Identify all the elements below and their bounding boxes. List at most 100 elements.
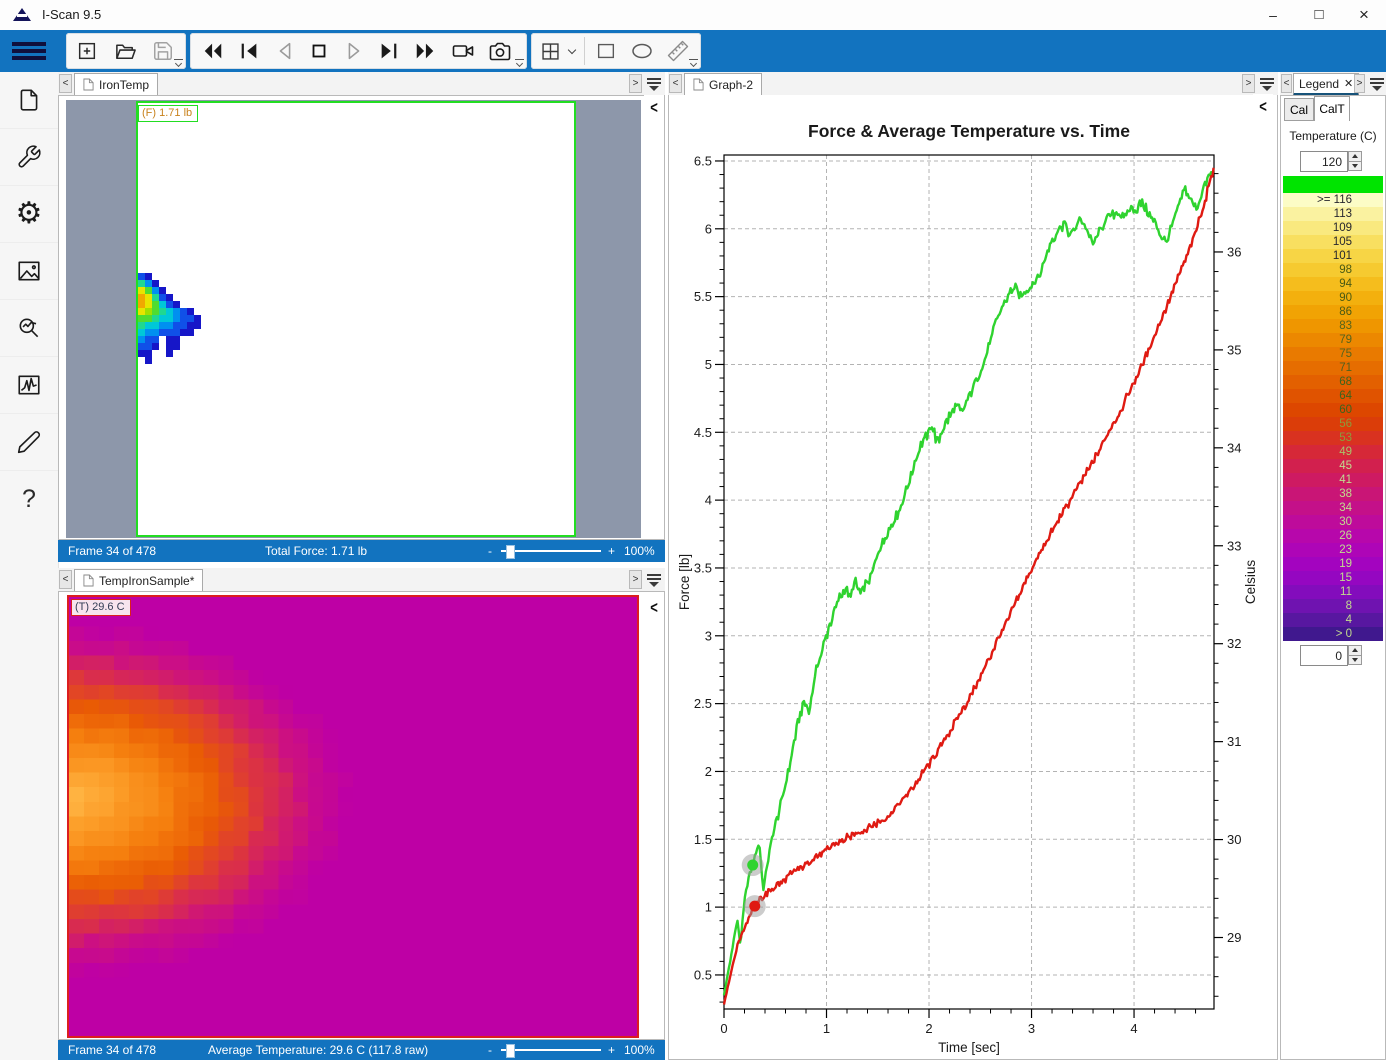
tab-label: Legend (1299, 77, 1339, 91)
zoom-in-button[interactable]: + (608, 1043, 615, 1057)
toolbar-file-group (66, 33, 186, 69)
tick-label-bottom: 2 (925, 1021, 932, 1036)
graph-box-icon (16, 372, 42, 398)
previous-frame-button[interactable] (268, 35, 302, 67)
layout-grid-button[interactable] (535, 35, 565, 67)
tick-label-bottom: 3 (1028, 1021, 1035, 1036)
sidebar-item-annotate[interactable] (0, 414, 58, 471)
legend-min-spinner[interactable] (1348, 645, 1362, 665)
spin-down-button[interactable] (1348, 161, 1362, 172)
open-file-button[interactable] (108, 35, 142, 67)
tab-scroll-right[interactable]: > (1354, 74, 1365, 93)
zoom-level: 100% (624, 1043, 655, 1057)
temp-sensor-area[interactable]: (T) 29.6 C (67, 595, 639, 1038)
tab-scroll-left[interactable]: < (669, 74, 682, 93)
tab-scroll-left[interactable]: < (59, 74, 72, 93)
close-button[interactable]: × (1342, 0, 1386, 30)
subtab-cal[interactable]: Cal (1284, 98, 1314, 121)
last-frame-button[interactable] (372, 35, 406, 67)
record-movie-button[interactable] (446, 35, 480, 67)
collapse-panel-button[interactable]: < (644, 95, 664, 121)
legend-scale-row: > 0 (1283, 627, 1383, 641)
stop-button[interactable] (302, 35, 336, 67)
close-tab-icon[interactable]: ✕ (1344, 77, 1353, 90)
rectangle-tool-icon (595, 40, 617, 62)
window-title: I-Scan 9.5 (42, 7, 101, 22)
sidebar-item-document[interactable] (0, 72, 58, 129)
zoom-in-button[interactable]: + (608, 544, 615, 558)
main-menu-button[interactable] (0, 30, 58, 72)
snapshot-button[interactable] (483, 35, 517, 67)
legend-min-input[interactable]: 0 (1300, 645, 1348, 666)
wrench-icon (16, 144, 42, 170)
legend-scale-row: 64 (1283, 389, 1383, 403)
right-axis-label: Celsius (1243, 560, 1258, 605)
tab-scroll-right[interactable]: > (629, 570, 642, 589)
sidebar-item-image[interactable] (0, 243, 58, 300)
tick-label-right: 35 (1227, 342, 1241, 357)
playback-group-overflow[interactable] (515, 59, 524, 68)
tab-legend[interactable]: Legend ✕ (1293, 73, 1359, 96)
chevron-down-icon (568, 45, 576, 53)
sidebar-item-settings[interactable]: ⚙ (0, 186, 58, 243)
app-window: I-Scan 9.5 – □ × (0, 0, 1386, 1060)
tab-list-menu[interactable] (1370, 78, 1384, 91)
document-tab-icon (83, 78, 94, 91)
graph-view[interactable]: 0.511.522.533.544.555.566.50123429303132… (668, 95, 1278, 1060)
tab-irontemp[interactable]: IronTemp (74, 73, 158, 95)
legend-scale-row: 60 (1283, 403, 1383, 417)
force-sensor-area[interactable]: (F) 1.71 lb (136, 101, 576, 537)
file-group-overflow[interactable] (174, 59, 183, 68)
tab-scroll-right[interactable]: > (629, 74, 642, 93)
legend-max-spinner[interactable] (1348, 151, 1362, 171)
legend-scale-row: 23 (1283, 543, 1383, 557)
new-window-button[interactable] (70, 35, 104, 67)
tab-graph2[interactable]: Graph-2 (684, 73, 762, 95)
rectangle-tool-button[interactable] (589, 35, 623, 67)
sidebar-item-help[interactable]: ? (0, 471, 58, 527)
zoom-slider[interactable] (501, 1043, 601, 1057)
legend-max-input[interactable]: 120 (1300, 151, 1348, 172)
tick-label-bottom: 1 (823, 1021, 830, 1036)
fast-forward-button[interactable] (408, 35, 442, 67)
ellipse-tool-button[interactable] (625, 35, 659, 67)
tick-label-right: 36 (1227, 244, 1241, 259)
legend-scale-row: 4 (1283, 613, 1383, 627)
tab-tempironsample[interactable]: TempIronSample* (74, 569, 203, 591)
movie-camera-icon (451, 39, 475, 63)
legend-scale-row: 26 (1283, 529, 1383, 543)
image-icon (16, 258, 42, 284)
collapse-panel-button[interactable]: < (1253, 94, 1273, 120)
layout-grid-dropdown[interactable] (564, 35, 580, 67)
subtab-calt[interactable]: CalT (1314, 96, 1350, 121)
legend-scale-row: 79 (1283, 333, 1383, 347)
temp-view[interactable]: (T) 29.6 C < (58, 591, 665, 1040)
collapse-panel-button[interactable]: < (644, 595, 664, 621)
force-view[interactable]: (F) 1.71 lb < (58, 95, 665, 540)
tab-list-menu[interactable] (647, 78, 661, 91)
first-frame-button[interactable] (232, 35, 266, 67)
tab-scroll-left[interactable]: < (59, 570, 72, 589)
tools-group-overflow[interactable] (689, 59, 698, 68)
force-panel-tabstrip: < IronTemp > (58, 72, 665, 96)
minimize-button[interactable]: – (1251, 0, 1295, 30)
tab-scroll-left[interactable]: < (1281, 74, 1292, 93)
zoom-out-button[interactable]: - (488, 1043, 492, 1057)
spin-down-button[interactable] (1348, 655, 1362, 666)
zoom-slider[interactable] (501, 544, 601, 558)
temp-panel-tabstrip: < TempIronSample* > (58, 568, 665, 592)
sidebar-item-analysis[interactable] (0, 300, 58, 357)
maximize-button[interactable]: □ (1297, 0, 1341, 30)
rewind-button[interactable] (196, 35, 230, 67)
tick-label-right: 32 (1227, 636, 1241, 651)
graph-panel-tabstrip: < Graph-2 > (668, 72, 1278, 96)
zoom-out-button[interactable]: - (488, 544, 492, 558)
sidebar-item-graph[interactable] (0, 357, 58, 414)
sidebar-item-tools[interactable] (0, 129, 58, 186)
tab-scroll-right[interactable]: > (1242, 74, 1255, 93)
tab-list-menu[interactable] (647, 574, 661, 587)
play-button[interactable] (337, 35, 371, 67)
legend-scale-row: 94 (1283, 277, 1383, 291)
ellipse-tool-icon (630, 39, 654, 63)
tab-list-menu[interactable] (1260, 78, 1274, 91)
